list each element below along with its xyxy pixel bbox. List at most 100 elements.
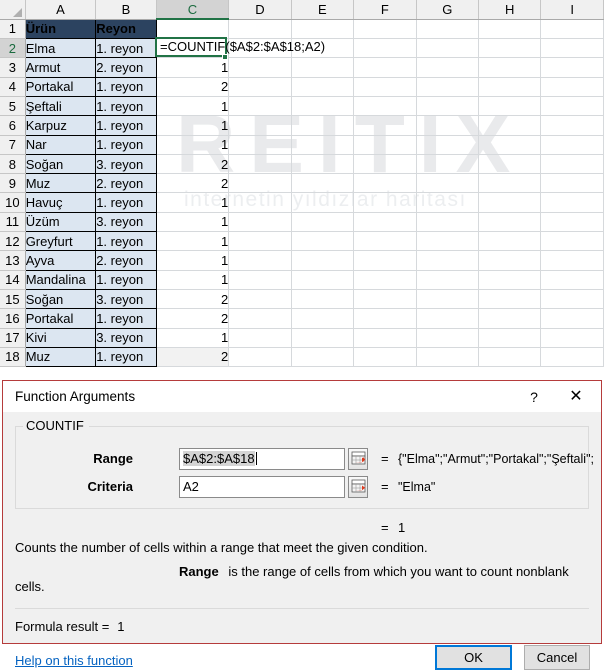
- fill-handle[interactable]: [222, 54, 228, 60]
- row-header-15[interactable]: 15: [0, 289, 26, 310]
- cell-a3[interactable]: Armut: [24, 57, 97, 78]
- cell-c7[interactable]: 1: [156, 135, 230, 155]
- cell-d14[interactable]: [228, 270, 292, 290]
- cell-a16[interactable]: Portakal: [24, 308, 97, 329]
- cell-g5[interactable]: [416, 96, 479, 117]
- cell-a11[interactable]: Üzüm: [24, 212, 97, 233]
- ok-button[interactable]: OK: [435, 645, 512, 670]
- cell-d11[interactable]: [228, 212, 292, 233]
- row-header-5[interactable]: 5: [0, 96, 26, 117]
- cell-g15[interactable]: [416, 289, 479, 310]
- cell-c5[interactable]: 1: [156, 96, 230, 117]
- cell-b13[interactable]: 2. reyon: [95, 250, 157, 271]
- cell-f8[interactable]: [353, 154, 417, 175]
- cell-g9[interactable]: [416, 173, 479, 194]
- row-header-1[interactable]: 1: [0, 19, 26, 40]
- row-header-6[interactable]: 6: [0, 115, 26, 136]
- help-icon[interactable]: ?: [522, 387, 546, 407]
- cell-f3[interactable]: [353, 57, 417, 78]
- cell-d1[interactable]: [228, 19, 292, 40]
- cell-i15[interactable]: [540, 289, 604, 310]
- cell-g3[interactable]: [416, 57, 479, 78]
- cell-g11[interactable]: [416, 212, 479, 233]
- row-header-4[interactable]: 4: [0, 77, 26, 97]
- column-header-h[interactable]: H: [478, 0, 542, 20]
- spreadsheet-grid[interactable]: A B C D E F G H I 1 Ürün Reyon 2 Elma 1.…: [0, 0, 604, 384]
- cell-c3[interactable]: 1: [156, 57, 230, 78]
- cell-c10[interactable]: 1: [156, 192, 230, 213]
- cell-e3[interactable]: [291, 57, 355, 78]
- cell-d3[interactable]: [228, 57, 292, 78]
- cell-f11[interactable]: [353, 212, 417, 233]
- cell-e5[interactable]: [291, 96, 355, 117]
- cell-g17[interactable]: [416, 328, 479, 348]
- cell-d4[interactable]: [228, 77, 292, 97]
- cell-d5[interactable]: [228, 96, 292, 117]
- cell-d18[interactable]: [228, 347, 292, 368]
- cell-g7[interactable]: [416, 135, 479, 155]
- cell-i14[interactable]: [540, 270, 604, 290]
- cell-i3[interactable]: [540, 57, 604, 78]
- column-header-d[interactable]: D: [228, 0, 292, 20]
- cell-a13[interactable]: Ayva: [24, 250, 97, 271]
- cell-e16[interactable]: [291, 308, 355, 329]
- cell-e15[interactable]: [291, 289, 355, 310]
- cell-g10[interactable]: [416, 192, 479, 213]
- row-header-7[interactable]: 7: [0, 135, 26, 155]
- column-header-c[interactable]: C: [156, 0, 230, 21]
- cell-a18[interactable]: Muz: [24, 347, 97, 368]
- cell-a4[interactable]: Portakal: [24, 77, 97, 97]
- cell-a8[interactable]: Soğan: [24, 154, 97, 175]
- cell-a1[interactable]: Ürün: [24, 18, 97, 40]
- select-all-corner[interactable]: [0, 0, 26, 20]
- row-header-8[interactable]: 8: [0, 154, 26, 175]
- cell-a12[interactable]: Greyfurt: [24, 231, 97, 252]
- cell-b8[interactable]: 3. reyon: [95, 154, 157, 175]
- cell-c12[interactable]: 1: [156, 231, 230, 252]
- cell-h14[interactable]: [478, 270, 542, 290]
- cell-a2[interactable]: Elma: [24, 38, 97, 59]
- row-header-18[interactable]: 18: [0, 347, 26, 368]
- cell-e11[interactable]: [291, 212, 355, 233]
- cell-i13[interactable]: [540, 250, 604, 271]
- cell-c11[interactable]: 1: [156, 212, 230, 233]
- cell-c9[interactable]: 2: [156, 173, 230, 194]
- cell-b11[interactable]: 3. reyon: [95, 212, 157, 233]
- cancel-button[interactable]: Cancel: [524, 645, 590, 670]
- cell-e6[interactable]: [291, 115, 355, 136]
- cell-b6[interactable]: 1. reyon: [95, 115, 157, 136]
- cell-d9[interactable]: [228, 173, 292, 194]
- cell-e12[interactable]: [291, 231, 355, 252]
- cell-i6[interactable]: [540, 115, 604, 136]
- cell-d12[interactable]: [228, 231, 292, 252]
- row-header-3[interactable]: 3: [0, 57, 26, 78]
- cell-f1[interactable]: [353, 19, 417, 40]
- cell-c6[interactable]: 1: [156, 115, 230, 136]
- cell-c15[interactable]: 2: [156, 289, 230, 310]
- cell-c17[interactable]: 1: [156, 328, 230, 348]
- cell-c4[interactable]: 2: [156, 77, 230, 97]
- cell-b7[interactable]: 1. reyon: [95, 135, 157, 155]
- cell-g13[interactable]: [416, 250, 479, 271]
- cell-f2[interactable]: [353, 38, 417, 59]
- cell-g4[interactable]: [416, 77, 479, 97]
- cell-e17[interactable]: [291, 328, 355, 348]
- cell-a9[interactable]: Muz: [24, 173, 97, 194]
- cell-g14[interactable]: [416, 270, 479, 290]
- cell-c1[interactable]: [156, 19, 230, 40]
- row-header-12[interactable]: 12: [0, 231, 26, 252]
- cell-b15[interactable]: 3. reyon: [95, 289, 157, 310]
- cell-c13[interactable]: 1: [156, 250, 230, 271]
- cell-h15[interactable]: [478, 289, 542, 310]
- cell-e10[interactable]: [291, 192, 355, 213]
- cell-f13[interactable]: [353, 250, 417, 271]
- cell-h5[interactable]: [478, 96, 542, 117]
- range-collapse-dialog-button[interactable]: [348, 448, 368, 470]
- cell-a5[interactable]: Şeftali: [24, 96, 97, 117]
- cell-h12[interactable]: [478, 231, 542, 252]
- help-on-this-function-link[interactable]: Help on this function: [15, 653, 133, 668]
- cell-h6[interactable]: [478, 115, 542, 136]
- row-header-10[interactable]: 10: [0, 192, 26, 213]
- cell-g1[interactable]: [416, 19, 479, 40]
- cell-f15[interactable]: [353, 289, 417, 310]
